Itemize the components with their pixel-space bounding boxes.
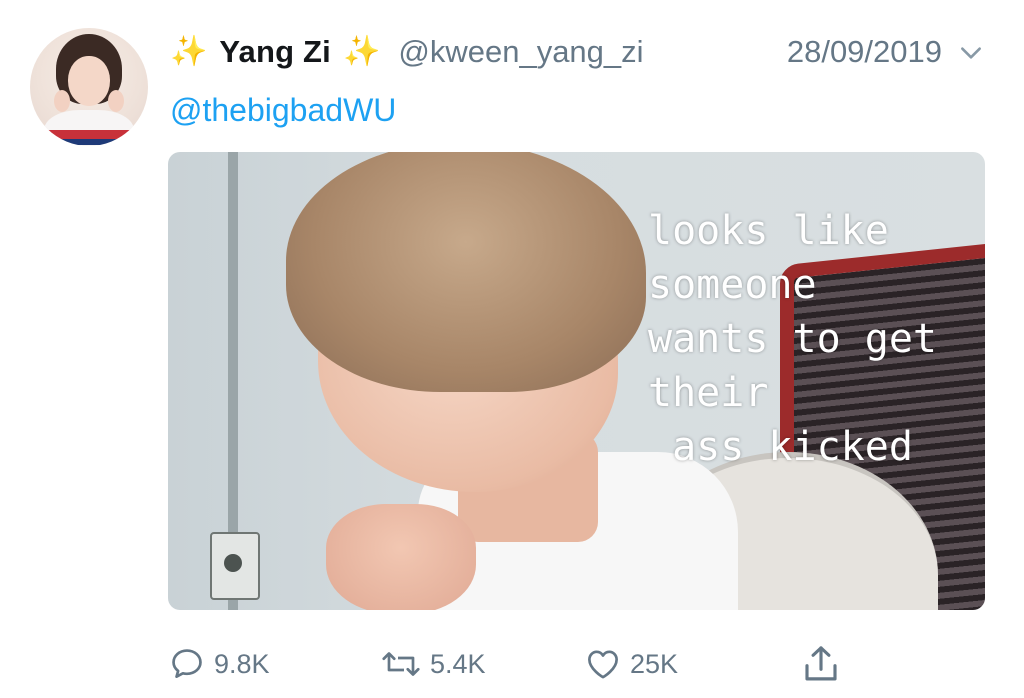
avatar[interactable] [30,28,148,146]
avatar-hand-right [108,90,124,112]
reply-button[interactable]: 9.8K [168,636,270,692]
meme-caption-line: ass kicked [648,424,913,470]
tweet-date[interactable]: 28/09/2019 [787,28,942,76]
tweet-media-image[interactable]: looks like someone wants to get their as… [168,152,985,610]
person-hair [286,152,646,392]
heart-icon [588,650,618,679]
meme-caption: looks like someone wants to get their as… [648,204,937,474]
reply-mention-link[interactable]: @thebigbadWU [170,92,396,129]
share-upload-icon [805,646,837,681]
meme-caption-line: looks like [648,208,889,254]
meme-caption-line: someone [648,262,817,308]
like-count: 25K [630,648,679,679]
avatar-hand-left [54,90,70,112]
meme-caption-line: wants to get [648,316,937,362]
tweet-actions: 9.8K 5.4K 25K [168,636,985,692]
tweet-header: ✨ Yang Zi ✨ @kween_yang_zi [170,28,644,76]
author-name[interactable]: Yang Zi [219,34,331,70]
speech-bubble-icon [172,649,202,679]
author-handle[interactable]: @kween_yang_zi [398,34,643,70]
sparkle-icon: ✨ [343,35,381,68]
like-button[interactable]: 25K [584,636,678,692]
chevron-down-icon[interactable] [958,40,984,66]
retweet-button[interactable]: 5.4K [380,636,486,692]
retweet-arrows-icon [382,652,420,676]
sparkle-icon: ✨ [170,35,208,68]
reply-count: 9.8K [214,648,270,679]
wall-socket [210,532,260,600]
avatar-face [68,56,110,106]
person-hands [326,504,476,610]
retweet-count: 5.4K [430,648,486,679]
avatar-shirt [44,110,134,146]
meme-caption-line: their [648,370,769,416]
share-button[interactable] [800,636,850,692]
